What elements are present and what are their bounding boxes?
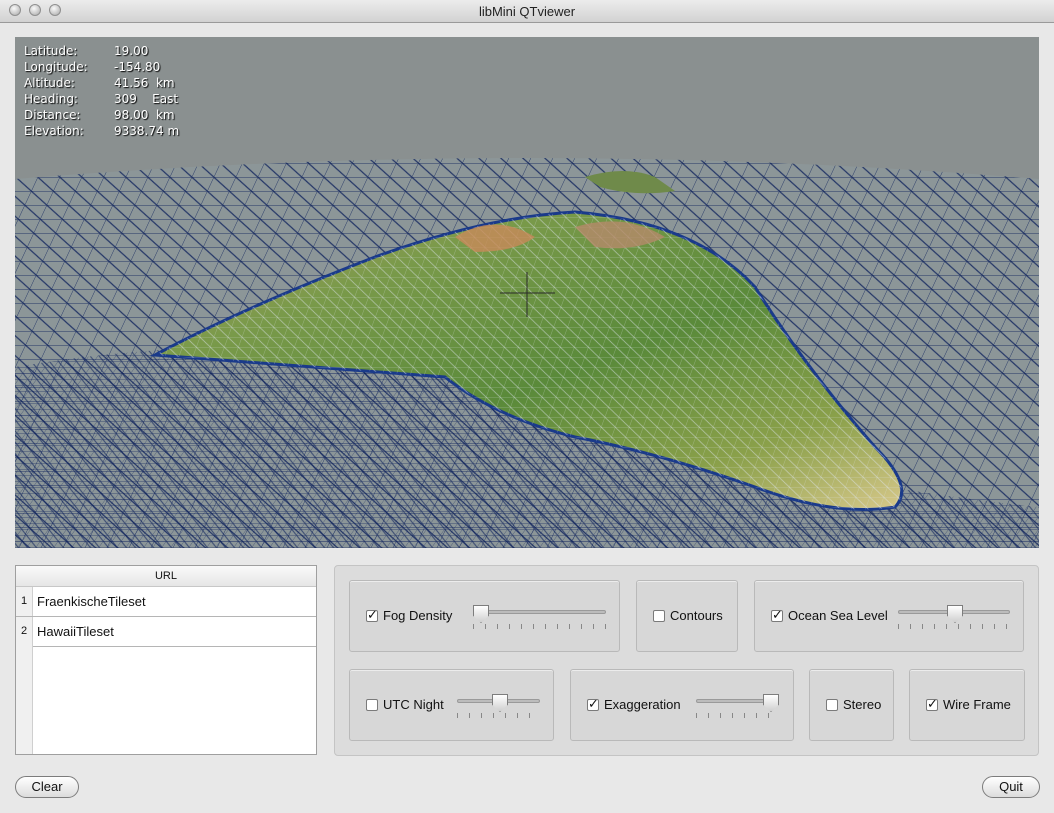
checkmark-icon: ✓ — [772, 606, 783, 622]
ocean-sea-level-group: ✓ Ocean Sea Level — [754, 580, 1024, 652]
checkbox-box[interactable]: ✓ — [587, 695, 599, 711]
quit-button[interactable]: Quit — [982, 776, 1040, 798]
table-row[interactable]: 2 HawaiiTileset — [16, 617, 316, 647]
longitude-label: Longitude: — [24, 60, 88, 74]
longitude-value: -154.80 — [114, 60, 161, 74]
slider-ticks — [457, 713, 540, 718]
wire-frame-checkbox[interactable]: ✓ Wire Frame — [926, 695, 1011, 712]
slider-ticks — [473, 624, 606, 629]
stereo-label: Stereo — [843, 697, 882, 712]
fog-density-label: Fog Density — [383, 608, 453, 623]
checkbox-box[interactable] — [653, 609, 665, 622]
url-column-header[interactable]: URL — [16, 566, 316, 587]
exaggeration-slider[interactable] — [696, 691, 779, 718]
checkbox-box[interactable] — [826, 698, 838, 711]
fog-density-checkbox[interactable]: ✓ Fog Density — [366, 606, 453, 623]
altitude-value: 41.56 km — [114, 76, 175, 90]
hud-row-longitude: Longitude: -154.80 — [24, 59, 179, 75]
slider-knob[interactable] — [763, 694, 779, 712]
checkmark-icon: ✓ — [588, 695, 599, 711]
slider-knob[interactable] — [947, 605, 963, 623]
elevation-label: Elevation: — [24, 124, 84, 138]
row-number: 2 — [16, 617, 33, 646]
checkmark-icon: ✓ — [927, 695, 938, 711]
heading-value: 309 East — [114, 92, 179, 106]
terrain-3d-viewport[interactable]: Latitude: 19.00 Longitude: -154.80 Altit… — [15, 37, 1039, 548]
stereo-checkbox[interactable]: Stereo — [826, 697, 881, 712]
clear-button[interactable]: Clear — [15, 776, 79, 798]
table-row[interactable]: 1 FraenkischeTileset — [16, 587, 316, 617]
row-number: 1 — [16, 587, 33, 616]
checkbox-box[interactable] — [366, 698, 378, 711]
hud-row-heading: Heading: 309 East — [24, 91, 179, 107]
exaggeration-label: Exaggeration — [604, 697, 681, 712]
contours-checkbox[interactable]: Contours — [653, 608, 723, 623]
ocean-sea-level-slider[interactable] — [898, 602, 1010, 629]
distance-label: Distance: — [24, 108, 81, 122]
exaggeration-group: ✓ Exaggeration — [570, 669, 794, 741]
checkmark-icon: ✓ — [367, 606, 378, 622]
contours-label: Contours — [670, 608, 723, 623]
ocean-sea-level-checkbox[interactable]: ✓ Ocean Sea Level — [771, 606, 888, 623]
heading-label: Heading: — [24, 92, 78, 106]
utc-night-slider[interactable] — [457, 691, 540, 718]
slider-knob[interactable] — [492, 694, 508, 712]
checkbox-box[interactable]: ✓ — [771, 606, 783, 622]
url-table[interactable]: URL 1 FraenkischeTileset 2 HawaiiTileset — [15, 565, 317, 755]
hud-row-latitude: Latitude: 19.00 — [24, 43, 179, 59]
latitude-label: Latitude: — [24, 44, 78, 58]
checkbox-box[interactable]: ✓ — [366, 606, 378, 622]
stereo-group: Stereo — [809, 669, 894, 741]
exaggeration-checkbox[interactable]: ✓ Exaggeration — [587, 695, 681, 712]
slider-knob[interactable] — [473, 605, 489, 623]
altitude-label: Altitude: — [24, 76, 75, 90]
latitude-value: 19.00 — [114, 44, 149, 58]
slider-ticks — [898, 624, 1010, 629]
utc-night-checkbox[interactable]: UTC Night — [366, 697, 444, 712]
contours-group: Contours — [636, 580, 738, 652]
utc-night-group: UTC Night — [349, 669, 554, 741]
hud-row-altitude: Altitude: 41.56 km — [24, 75, 179, 91]
fog-density-slider[interactable] — [473, 602, 606, 629]
distance-value: 98.00 km — [114, 108, 175, 122]
ocean-sea-level-label: Ocean Sea Level — [788, 608, 888, 623]
url-cell[interactable]: HawaiiTileset — [37, 617, 114, 646]
fog-density-group: ✓ Fog Density — [349, 580, 620, 652]
hud-row-elevation: Elevation: 9338.74 m — [24, 123, 179, 139]
controls-panel: ✓ Fog Density Contours ✓ Ocean Sea Level — [334, 565, 1039, 756]
wire-frame-group: ✓ Wire Frame — [909, 669, 1025, 741]
camera-readout: Latitude: 19.00 Longitude: -154.80 Altit… — [24, 43, 179, 139]
row-number-gutter — [16, 646, 33, 754]
elevation-value: 9338.74 m — [114, 124, 180, 138]
window-title: libMini QTviewer — [478, 4, 576, 19]
title-bar: libMini QTviewer — [0, 0, 1054, 23]
hud-row-distance: Distance: 98.00 km — [24, 107, 179, 123]
checkbox-box[interactable]: ✓ — [926, 695, 938, 711]
wire-frame-label: Wire Frame — [943, 697, 1011, 712]
slider-track — [473, 610, 606, 614]
utc-night-label: UTC Night — [383, 697, 444, 712]
url-cell[interactable]: FraenkischeTileset — [37, 587, 146, 616]
slider-ticks — [696, 713, 779, 718]
